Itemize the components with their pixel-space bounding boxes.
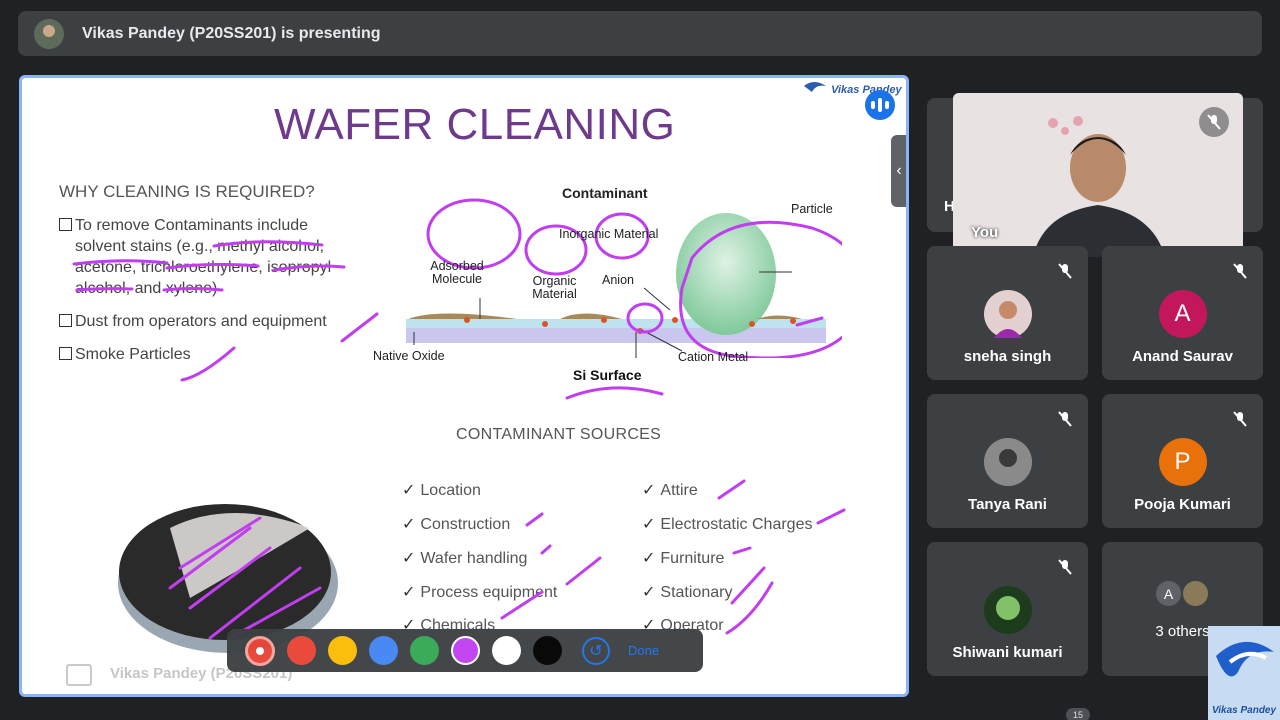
- others-avatar: A: [1154, 579, 1183, 608]
- mic-off-icon: [1229, 260, 1251, 282]
- annotation-toolbar: ↺ Done: [227, 629, 703, 672]
- participant-tile[interactable]: A Anand Saurav: [1102, 246, 1263, 380]
- presenting-banner: Vikas Pandey (P20SS201) is presenting: [18, 11, 1262, 56]
- pen-color-white[interactable]: [492, 636, 521, 665]
- participant-avatar: [983, 290, 1032, 338]
- mic-off-icon: [1229, 408, 1251, 430]
- presenting-title: Vikas Pandey (P20SS201) is presenting: [82, 24, 381, 42]
- participant-tile[interactable]: Tanya Rani: [927, 394, 1088, 528]
- participant-name: Pooja Kumari: [1134, 496, 1231, 513]
- participant-avatar: [983, 438, 1032, 486]
- participant-name: Tanya Rani: [968, 496, 1047, 513]
- brand-text: Vikas Pandey: [1211, 705, 1277, 716]
- brand-logo-icon: [1216, 641, 1274, 677]
- pen-color-black[interactable]: [533, 636, 562, 665]
- participant-tile[interactable]: P Pooja Kumari: [1102, 394, 1263, 528]
- others-avatar: [1181, 579, 1210, 608]
- done-button[interactable]: Done: [628, 643, 659, 658]
- pen-color-yellow[interactable]: [328, 636, 357, 665]
- brand-watermark: Vikas Pandey: [1208, 626, 1280, 720]
- self-video[interactable]: You: [953, 93, 1243, 257]
- participant-tile[interactable]: sneha singh: [927, 246, 1088, 380]
- meet-window: Vikas Pandey (P20SS201) is presenting Vi…: [0, 0, 1280, 720]
- participant-avatar: [983, 586, 1032, 634]
- participant-avatar: A: [1158, 290, 1207, 338]
- pen-color-green[interactable]: [410, 636, 439, 665]
- participant-avatar: P: [1158, 438, 1207, 486]
- slide-footer-icon: [66, 664, 92, 686]
- participant-name: sneha singh: [963, 348, 1052, 365]
- pen-color-red[interactable]: [287, 636, 316, 665]
- mic-off-icon: [1054, 260, 1076, 282]
- mic-off-icon: [1054, 408, 1076, 430]
- mic-off-icon: [1054, 556, 1076, 578]
- presenter-avatar: [34, 18, 64, 49]
- undo-icon[interactable]: ↺: [582, 636, 610, 665]
- participant-tile[interactable]: Shiwani kumari: [927, 542, 1088, 676]
- pen-color-blue[interactable]: [369, 636, 398, 665]
- pen-color-purple[interactable]: [451, 636, 480, 665]
- participant-name: Anand Saurav: [1132, 348, 1233, 365]
- participant-name: Shiwani kumari: [952, 644, 1063, 661]
- self-label: You: [971, 224, 999, 241]
- page-counter: 15: [1066, 708, 1090, 720]
- laser-pointer-button[interactable]: [245, 635, 275, 666]
- presentation-stage[interactable]: Vikas Pandey ‹ WAFER CLEANING WHY CLEANI…: [19, 75, 909, 697]
- self-mic-off-icon[interactable]: [1199, 107, 1229, 137]
